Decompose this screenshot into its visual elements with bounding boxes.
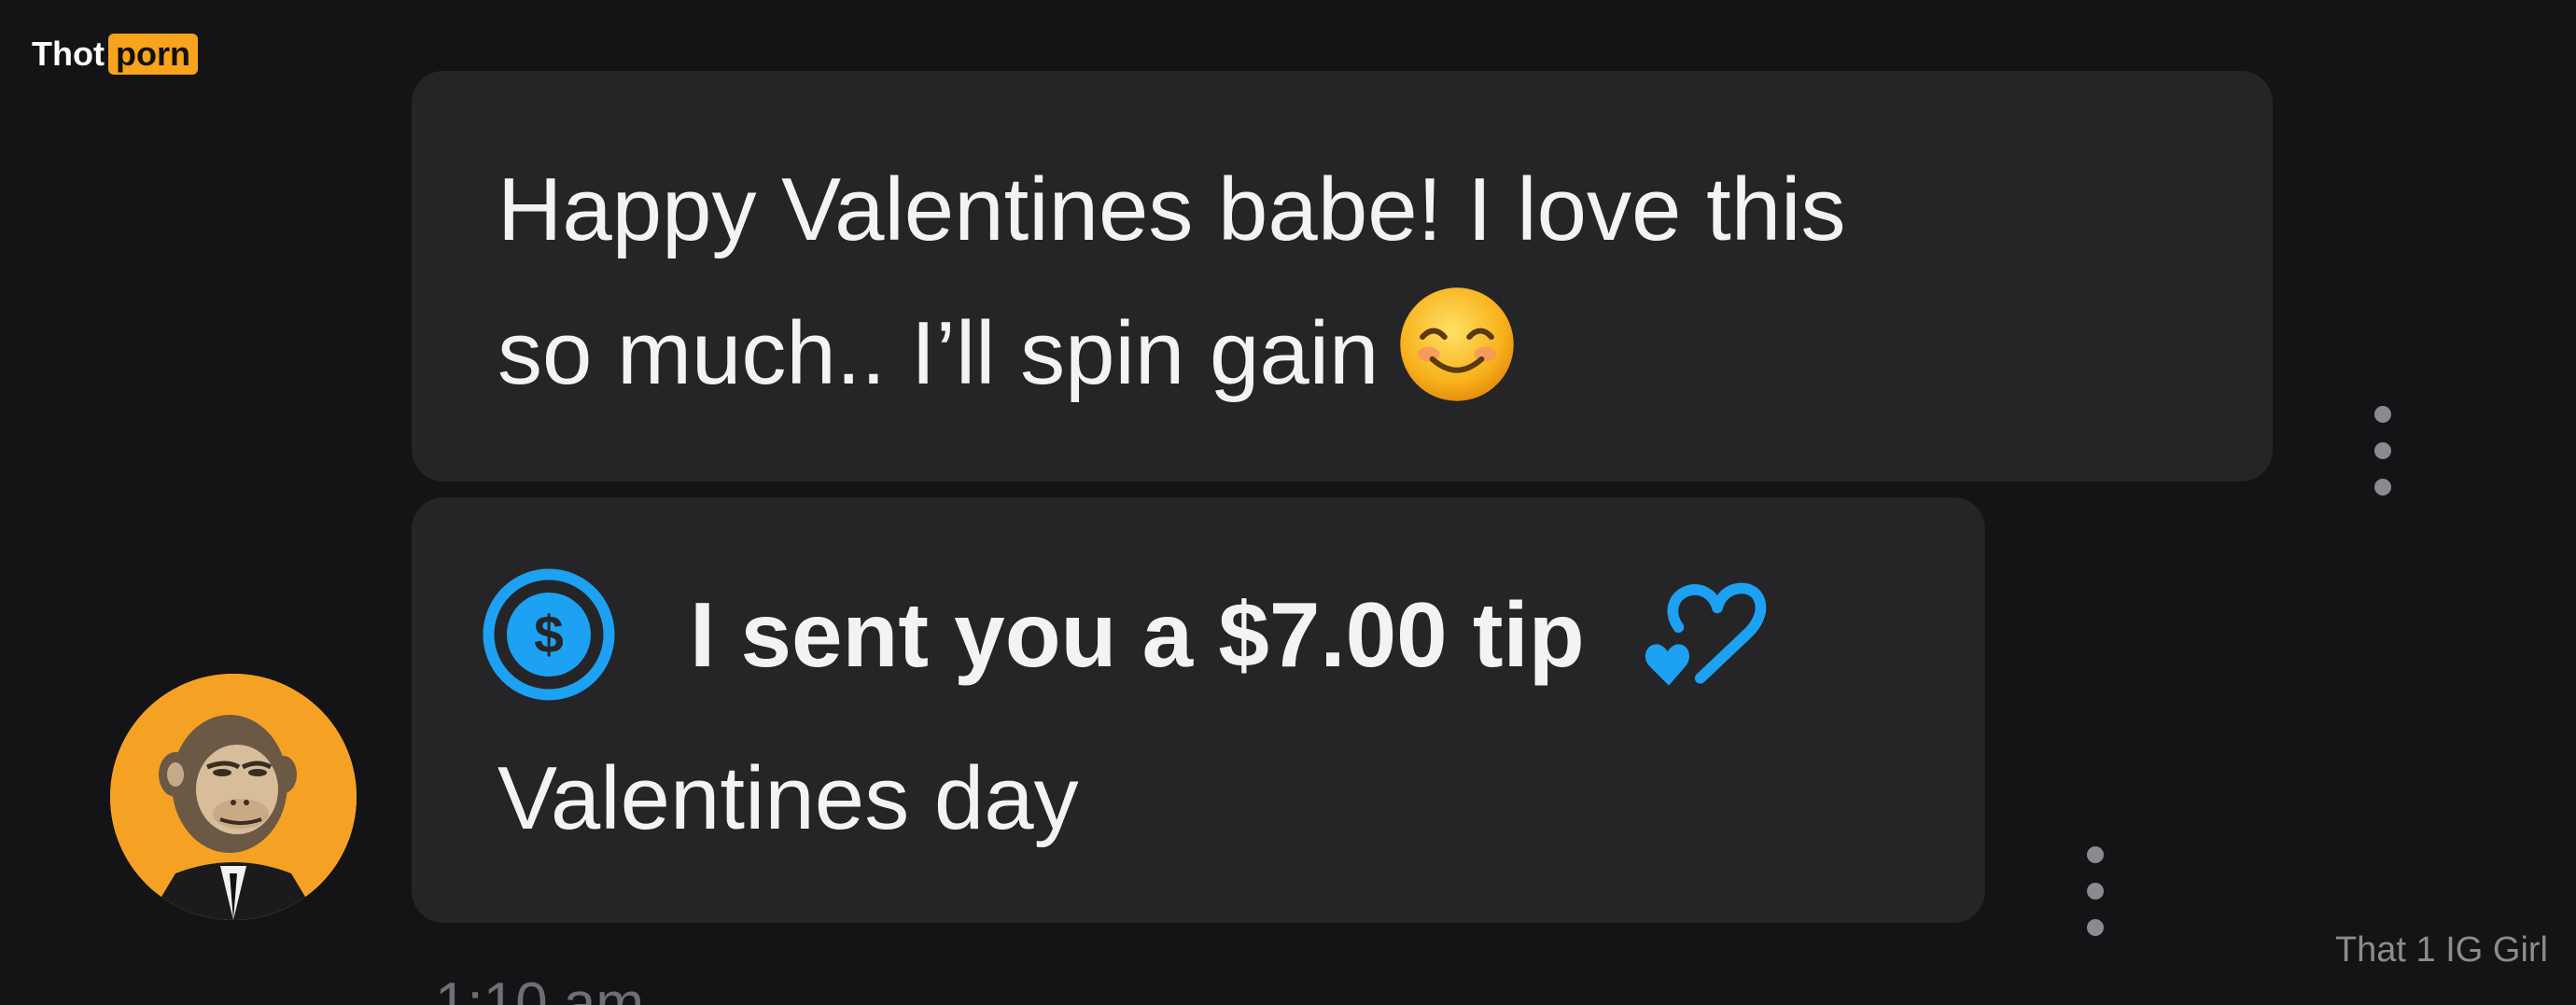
brand-logo: Thot porn [32, 32, 198, 77]
dot [2087, 846, 2104, 863]
tip-note: Valentines day [497, 748, 1079, 848]
dot [2087, 919, 2104, 936]
message-timestamp: 1:10 am [435, 971, 645, 1005]
dot [2087, 883, 2104, 900]
message-text: Happy Valentines babe! I love this so mu… [497, 160, 1846, 403]
dot [2374, 406, 2391, 423]
message-bubble[interactable]: Happy Valentines babe! I love this so mu… [412, 71, 2273, 482]
svg-text:$: $ [534, 606, 564, 665]
two-hearts-icon [1645, 582, 1766, 686]
watermark: That 1 IG Girl [2334, 930, 2548, 970]
brand-logo-left: Thot [32, 35, 105, 73]
message-options-icon[interactable] [2364, 406, 2401, 496]
tip-amount-label: I sent you a $7.00 tip [690, 582, 1585, 686]
message-text-wrapper: Happy Valentines babe! I love this so mu… [497, 138, 2233, 426]
ape-avatar-icon [110, 674, 357, 920]
dot [2374, 442, 2391, 459]
avatar[interactable] [110, 674, 357, 920]
chat-screen: Thot porn Happy Valentines babe! I love … [0, 0, 2576, 1005]
tip-options-icon[interactable] [2077, 846, 2114, 936]
dollar-circle-icon: $ [483, 568, 615, 701]
tip-message-bubble[interactable]: $ I sent you a $7.00 tip Valentines day [412, 497, 1985, 923]
tip-row: $ I sent you a $7.00 tip [479, 565, 1792, 705]
brand-logo-right: porn [107, 34, 198, 75]
dot [2374, 479, 2391, 496]
smiling-face-icon [1400, 287, 1515, 401]
